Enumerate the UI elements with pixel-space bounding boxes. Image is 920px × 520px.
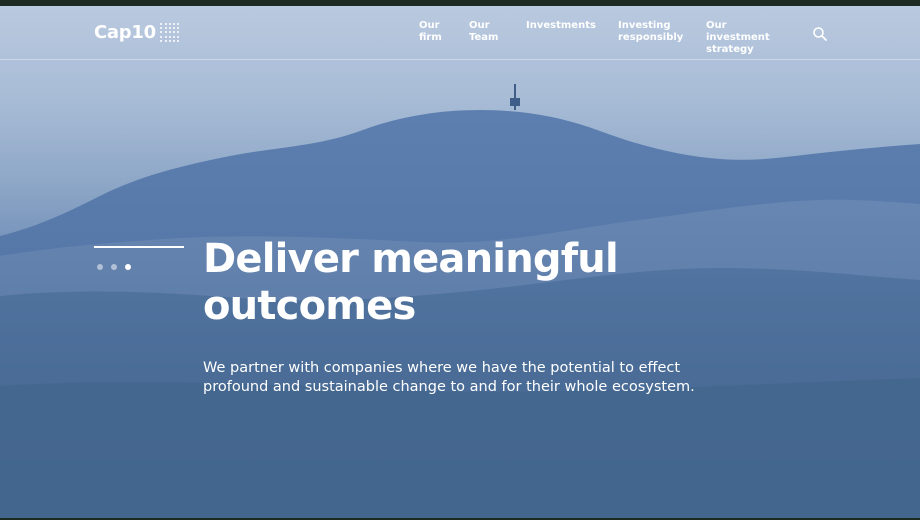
search-icon[interactable] bbox=[812, 26, 828, 42]
site-header: Cap10 Our firm Our Team Investments Inve… bbox=[0, 6, 920, 60]
logo-text: Cap10 bbox=[94, 22, 156, 43]
nav-our-investment-strategy[interactable]: Our investment strategy bbox=[706, 20, 770, 56]
logo[interactable]: Cap10 bbox=[94, 22, 180, 43]
slide-dot-2[interactable] bbox=[111, 264, 117, 270]
slide-dot-3-active[interactable] bbox=[125, 264, 131, 270]
logo-grid-icon bbox=[160, 23, 180, 43]
hero-headline: Deliver meaningful outcomes bbox=[203, 236, 619, 329]
hero-divider bbox=[94, 246, 184, 248]
slide-dot-1[interactable] bbox=[97, 264, 103, 270]
nav-investing-responsibly[interactable]: Investing responsibly bbox=[618, 20, 683, 44]
nav-our-team[interactable]: Our Team bbox=[469, 20, 498, 44]
nav-investments[interactable]: Investments bbox=[526, 20, 596, 32]
hero-section: Cap10 Our firm Our Team Investments Inve… bbox=[0, 6, 920, 518]
nav-our-firm[interactable]: Our firm bbox=[419, 20, 442, 44]
hero-subtext: We partner with companies where we have … bbox=[203, 360, 695, 395]
slider-dots bbox=[97, 264, 131, 270]
